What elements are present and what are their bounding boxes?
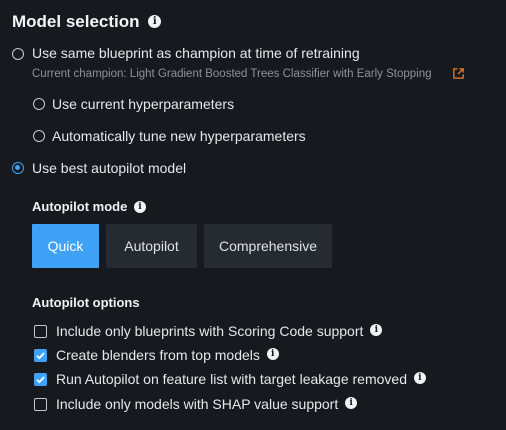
page-title: Model selection i bbox=[12, 12, 162, 32]
checkmark-icon bbox=[36, 376, 45, 384]
info-icon[interactable]: i bbox=[413, 372, 426, 385]
info-icon[interactable]: i bbox=[266, 348, 279, 361]
checkbox-leakage-removed[interactable] bbox=[34, 373, 47, 386]
scoring-code-label: Include only blueprints with Scoring Cod… bbox=[56, 323, 364, 339]
blenders-label: Create blenders from top models bbox=[56, 347, 260, 363]
leakage-removed-option: Run Autopilot on feature list with targe… bbox=[56, 371, 426, 387]
scoring-code-option: Include only blueprints with Scoring Cod… bbox=[56, 323, 383, 339]
checkbox-shap[interactable] bbox=[34, 398, 47, 411]
info-icon[interactable]: i bbox=[148, 14, 162, 28]
radio-auto-tune-hyperparameters[interactable] bbox=[33, 130, 45, 142]
same-blueprint-label: Use same blueprint as champion at time o… bbox=[32, 45, 360, 61]
shap-option: Include only models with SHAP value supp… bbox=[56, 396, 358, 412]
best-autopilot-label: Use best autopilot model bbox=[32, 160, 187, 176]
checkbox-blenders[interactable] bbox=[34, 349, 47, 362]
current-champion-text: Current champion: Light Gradient Boosted… bbox=[32, 68, 432, 80]
autopilot-mode-button[interactable]: Autopilot bbox=[106, 224, 197, 268]
radio-best-autopilot[interactable] bbox=[12, 162, 24, 174]
leakage-removed-label: Run Autopilot on feature list with targe… bbox=[56, 371, 407, 387]
comprehensive-mode-button[interactable]: Comprehensive bbox=[204, 224, 332, 268]
radio-same-blueprint[interactable] bbox=[12, 48, 24, 60]
autopilot-options-title: Autopilot options bbox=[32, 295, 140, 310]
autopilot-mode-title: Autopilot mode i bbox=[32, 199, 146, 214]
blenders-option: Create blenders from top models i bbox=[56, 347, 279, 363]
current-hyperparameters-label: Use current hyperparameters bbox=[52, 96, 235, 112]
info-icon[interactable]: i bbox=[370, 324, 383, 337]
checkmark-icon bbox=[36, 352, 45, 360]
external-link-icon[interactable] bbox=[452, 67, 465, 80]
shap-label: Include only models with SHAP value supp… bbox=[56, 396, 339, 412]
autopilot-mode-title-text: Autopilot mode bbox=[32, 199, 128, 214]
auto-tune-label: Automatically tune new hyperparameters bbox=[52, 128, 306, 144]
info-icon[interactable]: i bbox=[345, 397, 358, 410]
info-icon[interactable]: i bbox=[133, 200, 146, 213]
page-title-text: Model selection bbox=[12, 12, 140, 31]
quick-mode-button[interactable]: Quick bbox=[32, 224, 99, 268]
radio-current-hyperparameters[interactable] bbox=[33, 98, 45, 110]
checkbox-scoring-code[interactable] bbox=[34, 325, 47, 338]
